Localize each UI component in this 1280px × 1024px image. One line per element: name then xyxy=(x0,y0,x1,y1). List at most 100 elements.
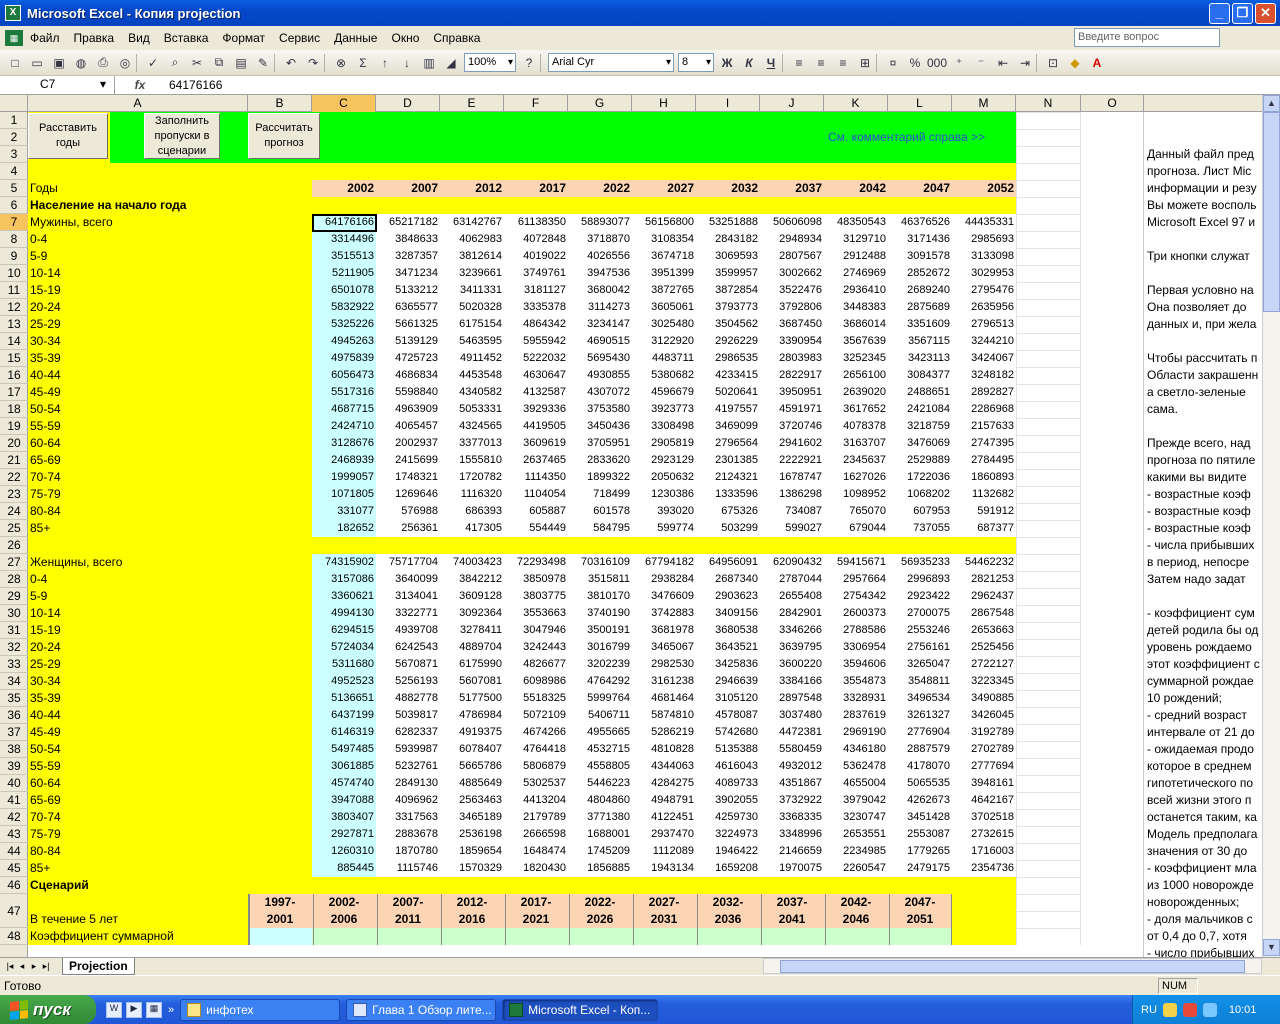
ask-question-input[interactable]: Введите вопрос xyxy=(1074,28,1220,47)
women-value[interactable]: 1745209 xyxy=(568,843,632,860)
column-header-f[interactable]: F xyxy=(504,95,568,112)
row-header-4[interactable]: 4 xyxy=(0,163,28,180)
women-value[interactable]: 3496534 xyxy=(888,690,952,707)
women-value[interactable]: 3230747 xyxy=(824,809,888,826)
men-value[interactable]: 3252345 xyxy=(824,350,888,367)
men-value[interactable]: 1748321 xyxy=(376,469,440,486)
empty-column-area[interactable] xyxy=(1081,112,1144,957)
women-value[interactable]: 2525456 xyxy=(952,639,1016,656)
women-value[interactable]: 3192789 xyxy=(952,724,1016,741)
men-value[interactable]: 4591971 xyxy=(760,401,824,418)
women-value[interactable]: 4939708 xyxy=(376,622,440,639)
column-header-k[interactable]: K xyxy=(824,95,888,112)
men-value[interactable]: 331077 xyxy=(312,503,376,520)
men-value[interactable]: 1071805 xyxy=(312,486,376,503)
women-total-value[interactable]: 59415671 xyxy=(824,554,888,571)
zoom-select[interactable]: 100% xyxy=(464,53,516,72)
men-value[interactable]: 554449 xyxy=(504,520,568,537)
men-value[interactable]: 2892827 xyxy=(952,384,1016,401)
row-header-40[interactable]: 40 xyxy=(0,775,28,792)
women-value[interactable]: 5065535 xyxy=(888,775,952,792)
women-value[interactable]: 2821253 xyxy=(952,571,1016,588)
women-value[interactable]: 1859654 xyxy=(440,843,504,860)
align-left-icon[interactable]: ≡ xyxy=(788,52,810,74)
men-value[interactable]: 2222921 xyxy=(760,452,824,469)
women-value[interactable]: 3803775 xyxy=(504,588,568,605)
research-icon[interactable]: ⌕ xyxy=(164,52,186,74)
menu-item-6[interactable]: Данные xyxy=(327,31,384,45)
year-2012[interactable]: 2012 xyxy=(440,180,504,197)
women-value[interactable]: 1688001 xyxy=(568,826,632,843)
men-value[interactable]: 2843182 xyxy=(696,231,760,248)
men-value[interactable]: 6501078 xyxy=(312,282,376,299)
menu-item-4[interactable]: Формат xyxy=(215,31,272,45)
women-value[interactable]: 3202239 xyxy=(568,656,632,673)
women-value[interactable]: 3409156 xyxy=(696,605,760,622)
men-value[interactable]: 737055 xyxy=(888,520,952,537)
scroll-down-icon[interactable]: ▼ xyxy=(1263,939,1280,956)
men-value[interactable]: 3450436 xyxy=(568,418,632,435)
women-value[interactable]: 2754342 xyxy=(824,588,888,605)
men-value[interactable]: 6365577 xyxy=(376,299,440,316)
men-value[interactable]: 2796564 xyxy=(696,435,760,452)
men-value[interactable]: 4630647 xyxy=(504,367,568,384)
men-value[interactable]: 5020328 xyxy=(440,299,504,316)
men-value[interactable]: 2936410 xyxy=(824,282,888,299)
women-total-value[interactable]: 74315902 xyxy=(312,554,376,571)
men-value[interactable]: 4975839 xyxy=(312,350,376,367)
italic-button[interactable]: К xyxy=(738,52,760,74)
row-header-44[interactable]: 44 xyxy=(0,843,28,860)
women-value[interactable]: 5177500 xyxy=(440,690,504,707)
men-value[interactable]: 5695430 xyxy=(568,350,632,367)
women-value[interactable]: 5806879 xyxy=(504,758,568,775)
men-value[interactable]: 3239661 xyxy=(440,265,504,282)
women-value[interactable]: 3515811 xyxy=(568,571,632,588)
save-icon[interactable]: ▣ xyxy=(48,52,70,74)
active-cell-c7[interactable] xyxy=(312,214,377,232)
row-header-47[interactable]: 47 xyxy=(0,894,28,928)
women-value[interactable]: 1716003 xyxy=(952,843,1016,860)
women-value[interactable]: 4346180 xyxy=(824,741,888,758)
women-value[interactable]: 3842212 xyxy=(440,571,504,588)
row-header-39[interactable]: 39 xyxy=(0,758,28,775)
row-header-9[interactable]: 9 xyxy=(0,248,28,265)
period-header[interactable]: 2007- 2011 xyxy=(376,894,440,928)
women-value[interactable]: 3500191 xyxy=(568,622,632,639)
undo-icon[interactable]: ↶ xyxy=(280,52,302,74)
spelling-icon[interactable]: ✓ xyxy=(142,52,164,74)
women-value[interactable]: 4262673 xyxy=(888,792,952,809)
last-sheet-icon[interactable]: ▸| xyxy=(40,961,52,972)
men-total-value[interactable]: 48350543 xyxy=(824,214,888,231)
women-value[interactable]: 3850978 xyxy=(504,571,568,588)
column-header-j[interactable]: J xyxy=(760,95,824,112)
men-value[interactable]: 1555810 xyxy=(440,452,504,469)
women-value[interactable]: 3092364 xyxy=(440,605,504,622)
women-value[interactable]: 1260310 xyxy=(312,843,376,860)
year-2027[interactable]: 2027 xyxy=(632,180,696,197)
men-value[interactable]: 2124321 xyxy=(696,469,760,486)
row-header-27[interactable]: 27 xyxy=(0,554,28,571)
women-value[interactable]: 2996893 xyxy=(888,571,952,588)
women-total-value[interactable]: 54462232 xyxy=(952,554,1016,571)
women-value[interactable]: 5724034 xyxy=(312,639,376,656)
women-value[interactable]: 5742680 xyxy=(696,724,760,741)
menu-item-5[interactable]: Сервис xyxy=(272,31,327,45)
women-value[interactable]: 3643521 xyxy=(696,639,760,656)
scroll-up-icon[interactable]: ▲ xyxy=(1263,95,1280,112)
men-value[interactable]: 675326 xyxy=(696,503,760,520)
women-value[interactable]: 4786984 xyxy=(440,707,504,724)
women-value[interactable]: 3368335 xyxy=(760,809,824,826)
men-value[interactable]: 3181127 xyxy=(504,282,568,299)
men-value[interactable]: 2656100 xyxy=(824,367,888,384)
men-value[interactable]: 3951399 xyxy=(632,265,696,282)
men-value[interactable]: 3680042 xyxy=(568,282,632,299)
women-value[interactable]: 3803407 xyxy=(312,809,376,826)
men-value[interactable]: 576988 xyxy=(376,503,440,520)
women-value[interactable]: 3609128 xyxy=(440,588,504,605)
men-value[interactable]: 2746969 xyxy=(824,265,888,282)
period-header[interactable]: 2022- 2026 xyxy=(568,894,632,928)
men-value[interactable]: 3218759 xyxy=(888,418,952,435)
women-value[interactable]: 4558805 xyxy=(568,758,632,775)
women-value[interactable]: 3047946 xyxy=(504,622,568,639)
women-value[interactable]: 3384166 xyxy=(760,673,824,690)
